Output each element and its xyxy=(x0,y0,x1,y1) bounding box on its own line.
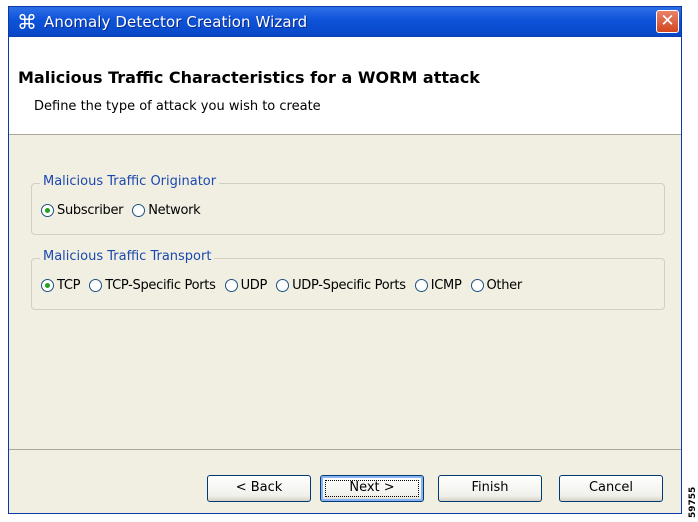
radio-tcp[interactable]: TCP xyxy=(41,278,81,293)
wizard-header: Malicious Traffic Characteristics for a … xyxy=(9,37,681,135)
radio-tcp-specific-ports[interactable]: TCP-Specific Ports xyxy=(89,278,216,293)
radio-label: Network xyxy=(148,203,201,218)
transport-legend: Malicious Traffic Transport xyxy=(40,249,215,264)
radio-icmp[interactable]: ICMP xyxy=(414,278,462,293)
radio-udp[interactable]: UDP xyxy=(224,278,268,293)
radio-label: UDP-Specific Ports xyxy=(292,278,406,293)
finish-button[interactable]: Finish xyxy=(438,475,542,502)
window-title: Anomaly Detector Creation Wizard xyxy=(44,13,308,31)
back-button[interactable]: < Back xyxy=(207,475,311,502)
radio-label: UDP xyxy=(240,278,268,293)
page-title: Malicious Traffic Characteristics for a … xyxy=(18,68,480,87)
title-bar[interactable]: ⌘ Anomaly Detector Creation Wizard ✕ xyxy=(9,7,681,37)
close-button[interactable]: ✕ xyxy=(656,10,679,33)
cancel-button-label: Cancel xyxy=(588,480,634,495)
radio-udp-specific-ports[interactable]: UDP-Specific Ports xyxy=(276,278,406,293)
radio-other[interactable]: Other xyxy=(470,278,523,293)
figure-id: 59755 xyxy=(688,486,698,518)
originator-options: Subscriber Network xyxy=(41,203,209,218)
radio-button[interactable] xyxy=(276,279,290,292)
radio-button-checked[interactable] xyxy=(41,279,54,292)
radio-label: ICMP xyxy=(430,278,462,293)
finish-button-label: Finish xyxy=(471,480,509,495)
next-button[interactable]: Next > xyxy=(320,475,424,502)
originator-legend: Malicious Traffic Originator xyxy=(40,174,220,189)
wizard-window: ⌘ Anomaly Detector Creation Wizard ✕ Mal… xyxy=(8,6,682,514)
radio-button[interactable] xyxy=(132,204,146,217)
radio-label: TCP xyxy=(57,278,81,293)
transport-options: TCP TCP-Specific Ports UDP UDP-Specific … xyxy=(41,278,531,293)
radio-subscriber[interactable]: Subscriber xyxy=(41,203,124,218)
originator-group: Malicious Traffic Originator Subscriber … xyxy=(31,174,665,235)
wizard-content: Malicious Traffic Originator Subscriber … xyxy=(9,135,681,449)
radio-button[interactable] xyxy=(224,279,238,292)
radio-network[interactable]: Network xyxy=(132,203,201,218)
cancel-button[interactable]: Cancel xyxy=(559,475,663,502)
back-button-label: < Back xyxy=(235,480,283,495)
radio-label: Subscriber xyxy=(57,203,124,218)
footer-divider xyxy=(9,449,681,450)
transport-group: Malicious Traffic Transport TCP TCP-Spec… xyxy=(31,249,665,310)
next-button-label: Next > xyxy=(349,480,395,495)
radio-button-checked[interactable] xyxy=(41,204,54,217)
radio-label: TCP-Specific Ports xyxy=(105,278,216,293)
radio-button[interactable] xyxy=(414,279,428,292)
radio-label: Other xyxy=(486,278,523,293)
radio-button[interactable] xyxy=(89,279,103,292)
close-icon: ✕ xyxy=(660,11,675,31)
radio-button[interactable] xyxy=(470,279,484,292)
wizard-app-icon: ⌘ xyxy=(17,10,37,34)
page-description: Define the type of attack you wish to cr… xyxy=(34,99,321,114)
